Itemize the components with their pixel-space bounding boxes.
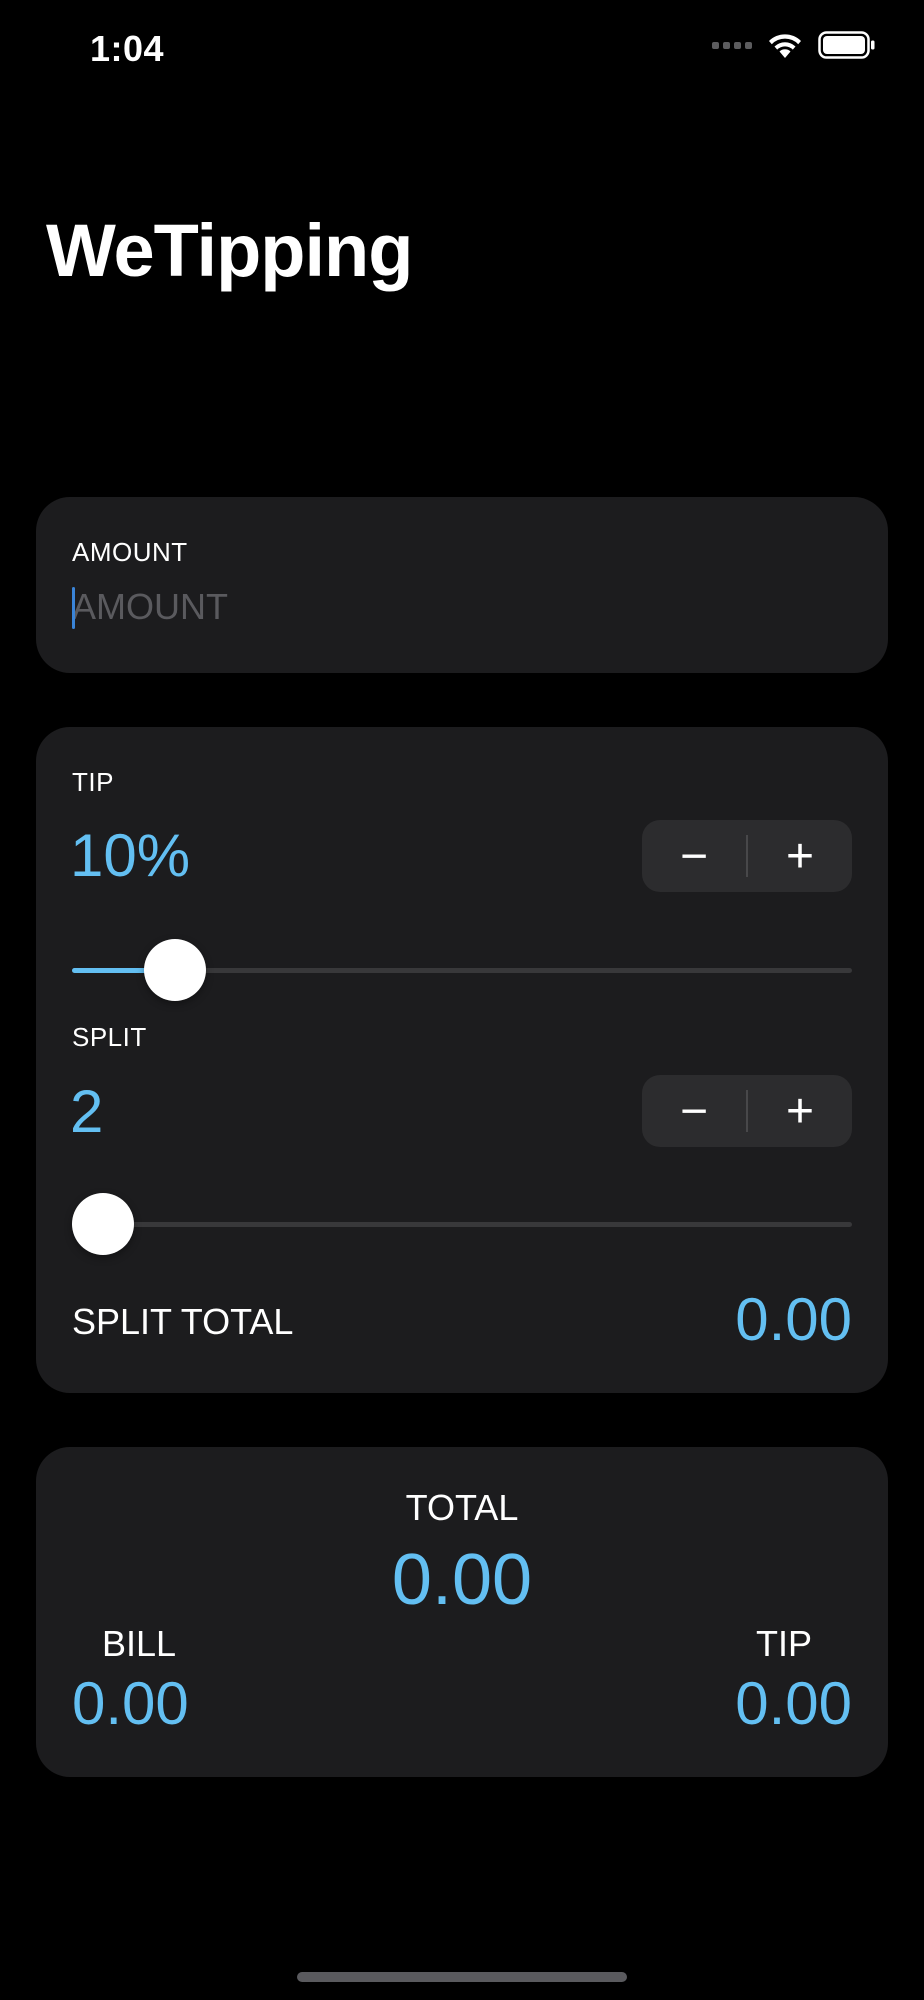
minus-icon: − — [679, 1084, 709, 1138]
totals-card: TOTAL 0.00 BILL 0.00 TIP 0.00 — [36, 1447, 888, 1777]
wifi-icon — [769, 34, 801, 58]
slider-thumb[interactable] — [143, 939, 206, 1001]
split-count-value: 2 — [70, 1078, 104, 1145]
battery-icon — [818, 31, 875, 59]
bill-label: BILL — [102, 1623, 177, 1664]
tip-increment-button[interactable]: + — [748, 820, 852, 892]
text-caret — [72, 587, 75, 629]
status-icons — [712, 30, 876, 60]
split-label: SPLIT — [72, 1022, 147, 1052]
split-decrement-button[interactable]: − — [642, 1075, 746, 1147]
tip-split-card: TIP 10% − + SPLIT 2 − + SPLIT TOTAL 0.00 — [36, 727, 888, 1393]
tip-amount-label: TIP — [755, 1623, 812, 1664]
total-label: TOTAL — [405, 1487, 519, 1528]
status-time: 1:04 — [90, 28, 165, 69]
plus-icon: + — [785, 1084, 815, 1138]
app-title: WeTipping — [46, 209, 413, 292]
plus-icon: + — [785, 829, 815, 883]
bill-value: 0.00 — [72, 1670, 189, 1737]
amount-input[interactable] — [72, 581, 832, 633]
tip-decrement-button[interactable]: − — [642, 820, 746, 892]
split-total-label: SPLIT TOTAL — [72, 1301, 294, 1342]
amount-card: AMOUNT — [36, 497, 888, 673]
amount-label: AMOUNT — [72, 537, 188, 567]
tip-amount-value: 0.00 — [735, 1670, 852, 1737]
minus-icon: − — [679, 829, 709, 883]
split-slider[interactable] — [72, 1189, 852, 1259]
home-indicator[interactable] — [297, 1972, 627, 1982]
tip-percent-value: 10% — [70, 822, 191, 889]
total-value: 0.00 — [391, 1540, 533, 1620]
cellular-signal-icon — [712, 41, 752, 49]
tip-stepper: − + — [642, 820, 852, 892]
split-increment-button[interactable]: + — [748, 1075, 852, 1147]
slider-track — [72, 1222, 852, 1227]
split-stepper: − + — [642, 1075, 852, 1147]
split-total-value: 0.00 — [735, 1286, 852, 1353]
slider-thumb[interactable] — [72, 1193, 134, 1255]
tip-slider[interactable] — [72, 935, 852, 1005]
tip-label: TIP — [72, 767, 114, 797]
status-bar: 1:04 — [0, 0, 924, 100]
